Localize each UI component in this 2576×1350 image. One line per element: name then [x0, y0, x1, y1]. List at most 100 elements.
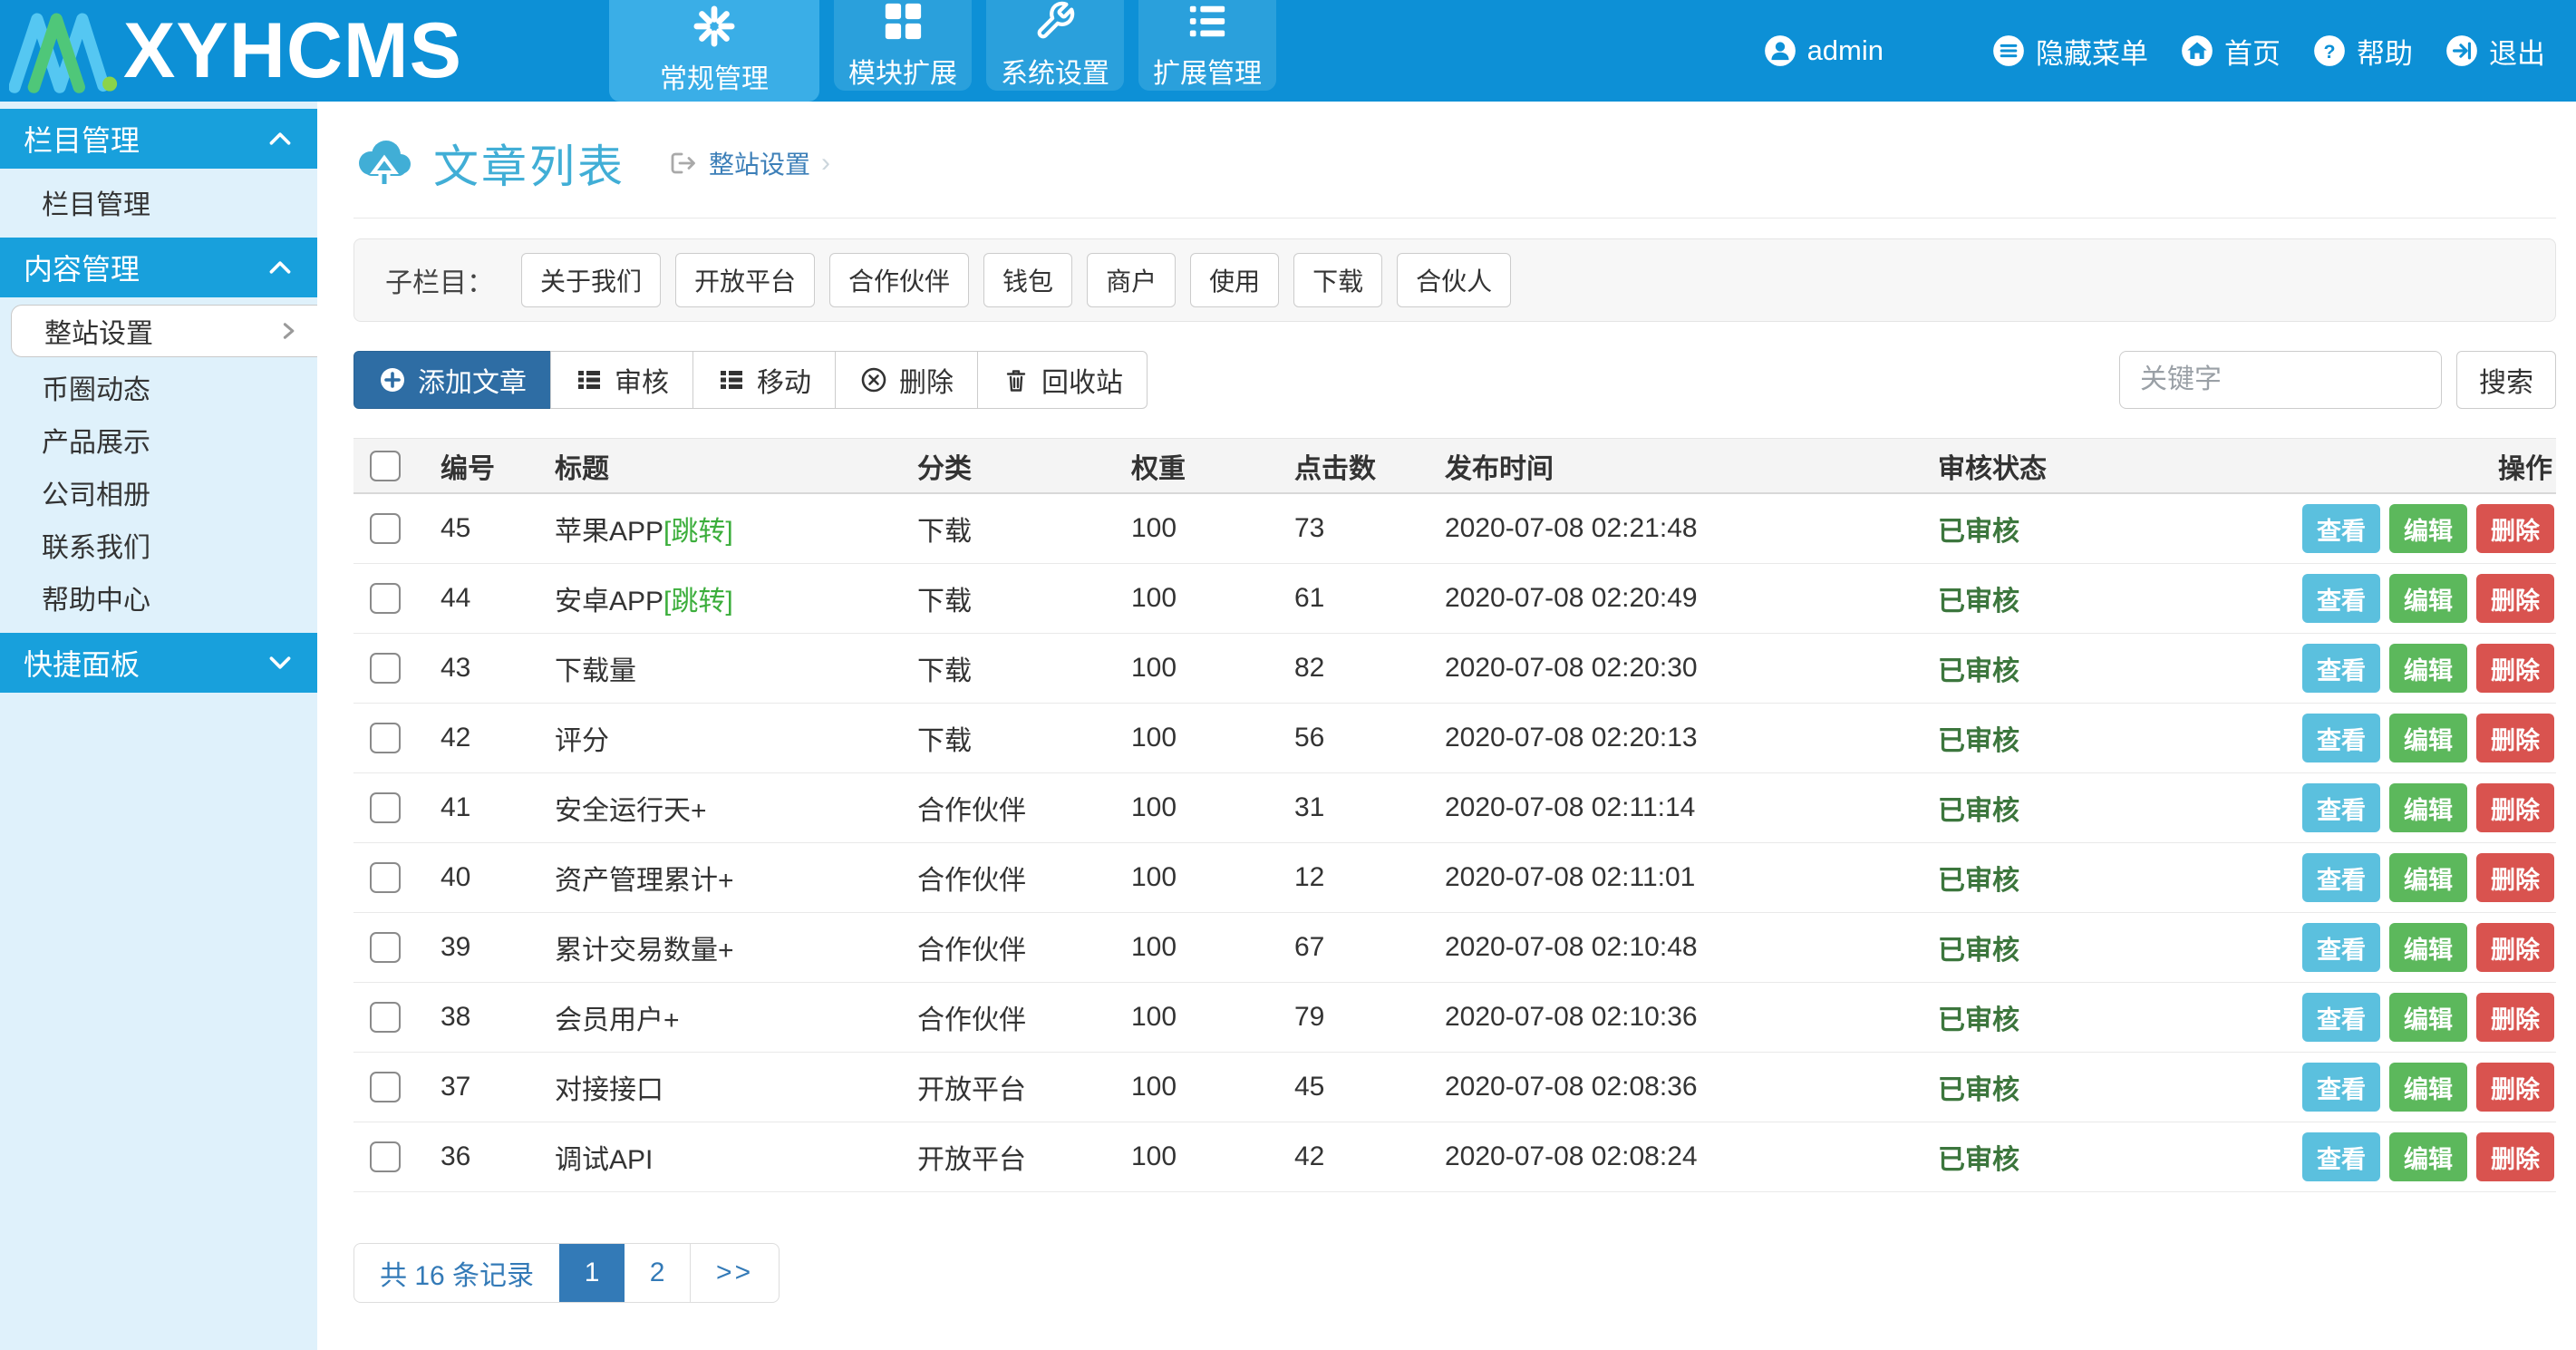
row-checkbox[interactable] — [370, 723, 401, 753]
edit-button[interactable]: 编辑 — [2389, 993, 2467, 1042]
edit-button[interactable]: 编辑 — [2389, 714, 2467, 762]
edit-button[interactable]: 编辑 — [2389, 923, 2467, 972]
app-logo[interactable]: XYHCMS — [0, 0, 609, 102]
sidebar-section-quick-panel[interactable]: 快捷面板 — [0, 633, 317, 693]
cell-clicks: 67 — [1294, 932, 1325, 962]
cell-id: 43 — [441, 653, 471, 683]
delete-row-button[interactable]: 删除 — [2476, 853, 2554, 902]
subcolumn-button[interactable]: 钱包 — [983, 253, 1073, 307]
nav-item-modules[interactable]: 模块扩展 — [834, 0, 972, 91]
sidebar-item[interactable]: 产品展示 — [0, 413, 317, 466]
subcolumns-label: 子栏目： — [385, 268, 494, 298]
nav-label: 扩展管理 — [1153, 59, 1262, 89]
edit-button[interactable]: 编辑 — [2389, 574, 2467, 623]
subcolumn-button[interactable]: 下载 — [1293, 253, 1383, 307]
sidebar-item-column-mgmt[interactable]: 栏目管理 — [0, 176, 317, 228]
row-checkbox[interactable] — [370, 1072, 401, 1102]
row-checkbox[interactable] — [370, 583, 401, 614]
edit-button[interactable]: 编辑 — [2389, 644, 2467, 693]
page-button-1[interactable]: 1 — [559, 1244, 625, 1302]
view-button[interactable]: 查看 — [2302, 853, 2380, 902]
row-checkbox[interactable] — [370, 792, 401, 823]
delete-row-button[interactable]: 删除 — [2476, 923, 2554, 972]
cell-operations: 查看 编辑 删除 — [2291, 644, 2556, 693]
recycle-bin-button[interactable]: 回收站 — [977, 351, 1148, 409]
move-button[interactable]: 移动 — [692, 351, 836, 409]
sidebar-section-content-mgmt[interactable]: 内容管理 — [0, 238, 317, 297]
edit-button[interactable]: 编辑 — [2389, 1132, 2467, 1181]
cell-time: 2020-07-08 02:21:48 — [1445, 513, 1698, 543]
subcolumn-button[interactable]: 使用 — [1190, 253, 1280, 307]
svg-text:?: ? — [2323, 41, 2335, 63]
home-link[interactable]: 首页 — [2181, 31, 2281, 72]
edit-button[interactable]: 编辑 — [2389, 853, 2467, 902]
view-button[interactable]: 查看 — [2302, 1132, 2380, 1181]
breadcrumb-link[interactable]: 整站设置 — [709, 145, 810, 181]
cell-category: 下载 — [917, 656, 972, 686]
link-label: 首页 — [2224, 37, 2281, 70]
hide-menu-link[interactable]: 隐藏菜单 — [1992, 31, 2148, 72]
sidebar-item[interactable]: 币圈动态 — [0, 361, 317, 413]
view-button[interactable]: 查看 — [2302, 504, 2380, 553]
page-button-2[interactable]: 2 — [625, 1244, 690, 1302]
delete-row-button[interactable]: 删除 — [2476, 1063, 2554, 1112]
help-link[interactable]: ? 帮助 — [2313, 31, 2413, 72]
view-button[interactable]: 查看 — [2302, 644, 2380, 693]
select-all-checkbox[interactable] — [370, 450, 401, 481]
subcolumn-button[interactable]: 关于我们 — [521, 253, 662, 307]
cell-title: 对接接口 — [555, 1075, 663, 1105]
view-button[interactable]: 查看 — [2302, 714, 2380, 762]
nav-item-system[interactable]: 系统设置 — [986, 0, 1124, 91]
edit-button[interactable]: 编辑 — [2389, 783, 2467, 832]
delete-row-button[interactable]: 删除 — [2476, 783, 2554, 832]
cell-weight: 100 — [1131, 932, 1177, 962]
subcolumn-button[interactable]: 合作伙伴 — [829, 253, 970, 307]
user-menu[interactable]: admin — [1764, 34, 1884, 67]
cell-id: 40 — [441, 862, 471, 892]
delete-row-button[interactable]: 删除 — [2476, 644, 2554, 693]
delete-row-button[interactable]: 删除 — [2476, 574, 2554, 623]
view-button[interactable]: 查看 — [2302, 993, 2380, 1042]
row-checkbox[interactable] — [370, 513, 401, 544]
table-row: 37 对接接口 开放平台 100 45 2020-07-08 02:08:36 … — [353, 1053, 2556, 1122]
delete-button[interactable]: 删除 — [835, 351, 978, 409]
sidebar-item[interactable]: 帮助中心 — [0, 571, 317, 624]
row-checkbox[interactable] — [370, 653, 401, 684]
view-button[interactable]: 查看 — [2302, 1063, 2380, 1112]
subcolumn-button[interactable]: 开放平台 — [675, 253, 816, 307]
edit-button[interactable]: 编辑 — [2389, 504, 2467, 553]
view-button[interactable]: 查看 — [2302, 923, 2380, 972]
cell-id: 45 — [441, 513, 471, 543]
view-button[interactable]: 查看 — [2302, 574, 2380, 623]
next-page-button[interactable]: >> — [690, 1244, 779, 1302]
cell-id: 39 — [441, 932, 471, 962]
sidebar-section-column-mgmt[interactable]: 栏目管理 — [0, 109, 317, 169]
review-button[interactable]: 审核 — [550, 351, 693, 409]
subcolumn-button[interactable]: 合伙人 — [1397, 253, 1512, 307]
row-checkbox[interactable] — [370, 932, 401, 963]
status-badge: 已审核 — [1938, 1145, 2019, 1175]
view-button[interactable]: 查看 — [2302, 783, 2380, 832]
search-button[interactable]: 搜索 — [2456, 351, 2556, 409]
chevron-right-icon — [283, 323, 295, 339]
nav-item-general[interactable]: 常规管理 — [609, 0, 819, 102]
sidebar-item-site-settings[interactable]: 整站设置 — [11, 305, 317, 357]
delete-row-button[interactable]: 删除 — [2476, 714, 2554, 762]
logout-link[interactable]: 退出 — [2445, 31, 2545, 72]
add-article-button[interactable]: 添加文章 — [353, 351, 551, 409]
col-status: 审核状态 — [1938, 453, 2047, 484]
nav-item-extensions[interactable]: 扩展管理 — [1138, 0, 1276, 91]
edit-button[interactable]: 编辑 — [2389, 1063, 2467, 1112]
search-input[interactable] — [2119, 351, 2442, 409]
subcolumn-button[interactable]: 商户 — [1087, 253, 1177, 307]
trash-icon — [1006, 370, 1026, 392]
row-checkbox[interactable] — [370, 1002, 401, 1033]
cell-time: 2020-07-08 02:11:01 — [1445, 862, 1696, 892]
delete-row-button[interactable]: 删除 — [2476, 1132, 2554, 1181]
delete-row-button[interactable]: 删除 — [2476, 504, 2554, 553]
row-checkbox[interactable] — [370, 862, 401, 893]
sidebar-item[interactable]: 公司相册 — [0, 466, 317, 519]
sidebar-item[interactable]: 联系我们 — [0, 519, 317, 571]
row-checkbox[interactable] — [370, 1141, 401, 1172]
delete-row-button[interactable]: 删除 — [2476, 993, 2554, 1042]
